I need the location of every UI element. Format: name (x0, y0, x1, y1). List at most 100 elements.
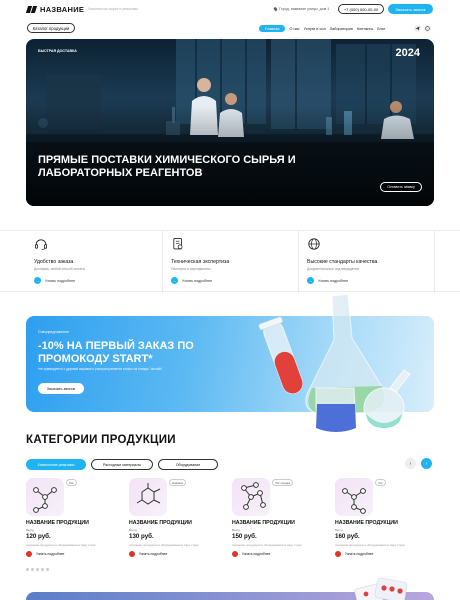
pager-dot[interactable] (31, 568, 34, 571)
product-image (26, 478, 64, 516)
certificate-icon (173, 237, 183, 250)
carousel-prev-button[interactable]: ‹ (405, 458, 416, 469)
product-image (335, 478, 373, 516)
product-image (232, 478, 270, 516)
product-card[interactable]: Хит НАЗВАНИЕ ПРОДУКЦИИ Вес/д 120 руб. оп… (26, 478, 118, 568)
product-description: описание продукции и оборудования в пару… (129, 543, 199, 547)
product-description: описание продукции и оборудования в пару… (232, 543, 302, 547)
product-more-link[interactable]: Узнать подробнее (26, 551, 64, 557)
nav-item-home[interactable]: Главная (259, 25, 286, 32)
red-dot-icon (335, 551, 341, 557)
logo-icon (27, 6, 36, 13)
red-dot-icon (26, 551, 32, 557)
product-price: 130 руб. (129, 533, 154, 540)
feature-more-label: Узнать подробнее (182, 278, 213, 283)
feature-title: Высокие стандарты качества (307, 259, 378, 265)
hero-tag: БЫСТРАЯ ДОСТАВКА (38, 49, 77, 53)
product-more-label: Узнать подробнее (139, 552, 168, 556)
promo-call-button[interactable]: Заказать звонок (38, 383, 84, 394)
feature-subtitle: Паспорта и сертификаты (171, 267, 211, 271)
feature-subtitle: Доставка, любой способ оплаты (34, 267, 86, 271)
molecule-icon (241, 482, 266, 510)
nav-item-blog[interactable]: Блог (377, 27, 385, 31)
product-description: описание продукции и оборудования в пару… (335, 543, 405, 547)
hero-year: 2024 (395, 47, 420, 59)
feature-title: Техническая экспертиза (171, 259, 230, 265)
hero-overlay (26, 39, 434, 206)
pager-dot[interactable] (41, 568, 44, 571)
feature-quality: Высокие стандарты качества Документальны… (298, 231, 434, 293)
molecule-icon (33, 487, 57, 513)
logo[interactable]: НАЗВАНИЕ (27, 5, 84, 14)
product-weight: Вес/д (26, 528, 34, 532)
telegram-icon[interactable] (414, 25, 421, 32)
site-header: НАЗВАНИЕ Химическое сырьё и реактивы Гор… (0, 0, 460, 40)
tagline: Химическое сырьё и реактивы (88, 7, 138, 11)
tab-equipment[interactable]: Оборудование (158, 459, 218, 470)
product-price: 120 руб. (26, 533, 51, 540)
product-card[interactable]: Хит НАЗВАНИЕ ПРОДУКЦИИ Вес/д 160 руб. оп… (335, 478, 427, 568)
whatsapp-icon[interactable] (424, 25, 431, 32)
feature-expertise: Техническая экспертиза Паспорта и сертиф… (162, 231, 294, 293)
hero-request-button[interactable]: Оставить заявку (380, 182, 422, 192)
product-more-label: Узнать подробнее (36, 552, 65, 556)
product-description: описание продукции и оборудования в пару… (26, 543, 96, 547)
feature-more-link[interactable]: → Узнать подробнее (171, 277, 212, 284)
red-dot-icon (232, 551, 238, 557)
address: Город, название улицы, дом 1 (273, 6, 330, 12)
main-nav: Главная О нас Услуги и сол Лаборатория К… (259, 25, 385, 32)
flasks-illustration (258, 293, 411, 433)
product-card[interactable]: Хит продаж НАЗВАНИЕ ПРОДУКЦИИ Вес/д 150 … (232, 478, 324, 568)
hero-banner: БЫСТРАЯ ДОСТАВКА 2024 Прямые поставки хи… (26, 39, 434, 206)
product-weight: Вес/д (335, 528, 343, 532)
nav-item-lab[interactable]: Лаборатория (330, 27, 353, 31)
tab-consumables[interactable]: Расходные материалы (91, 459, 153, 470)
product-more-link[interactable]: Узнать подробнее (335, 551, 373, 557)
product-badge: Новинка (169, 479, 187, 486)
red-dot-icon (129, 551, 135, 557)
feature-subtitle: Документальные подтверждения (307, 267, 360, 271)
globe-icon (308, 238, 320, 250)
product-more-label: Узнать подробнее (242, 552, 271, 556)
product-weight: Вес/д (129, 528, 137, 532)
feature-more-label: Узнать подробнее (45, 278, 76, 283)
catalog-button[interactable]: Каталог продукции (27, 23, 75, 33)
product-more-link[interactable]: Узнать подробнее (129, 551, 167, 557)
carousel-next-button[interactable]: › (421, 458, 432, 469)
promo-description: *не суммируется с другими акциями и расп… (38, 367, 163, 371)
hero-title: Прямые поставки химического сырья и лабо… (38, 154, 296, 179)
call-request-button[interactable]: Заказать звонок (388, 4, 433, 14)
headset-icon (34, 239, 48, 250)
product-name: НАЗВАНИЕ ПРОДУКЦИИ (335, 520, 398, 526)
molecule-icon (136, 483, 161, 505)
address-text: Город, название улицы, дом 1 (279, 7, 330, 11)
feature-more-link[interactable]: → Узнать подробнее (307, 277, 348, 284)
nav-item-about[interactable]: О нас (289, 27, 299, 31)
phone-button[interactable]: +7 (000) 000-00-00 (338, 4, 384, 14)
location-pin-icon (273, 6, 278, 12)
nav-item-contacts[interactable]: Контакты (357, 27, 373, 31)
pager-dot[interactable] (26, 568, 29, 571)
product-badge: Хит (375, 479, 386, 486)
category-tabs: Химические реактивы Расходные материалы … (26, 459, 218, 470)
tab-chemicals[interactable]: Химические реактивы (26, 459, 86, 470)
arrow-right-icon: → (34, 277, 41, 284)
feature-more-label: Узнать подробнее (318, 278, 349, 283)
feature-ordering: Удобство заказа Доставка, любой способ о… (26, 231, 158, 293)
product-price: 150 руб. (232, 533, 257, 540)
pager-dot[interactable] (36, 568, 39, 571)
product-badge: Хит (66, 479, 77, 486)
promo-title: -10% на первый заказ по промокоду START* (38, 340, 194, 365)
arrow-right-icon: → (171, 277, 178, 284)
carousel-pager (26, 568, 49, 571)
product-name: НАЗВАНИЕ ПРОДУКЦИИ (26, 520, 89, 526)
product-more-link[interactable]: Узнать подробнее (232, 551, 270, 557)
product-price: 160 руб. (335, 533, 360, 540)
product-name: НАЗВАНИЕ ПРОДУКЦИИ (232, 520, 295, 526)
pager-dot[interactable] (46, 568, 49, 571)
nav-item-services[interactable]: Услуги и сол (304, 27, 326, 31)
product-image (129, 478, 167, 516)
feature-more-link[interactable]: → Узнать подробнее (34, 277, 75, 284)
product-card[interactable]: Новинка НАЗВАНИЕ ПРОДУКЦИИ Вес/д 130 руб… (129, 478, 221, 568)
logo-text: НАЗВАНИЕ (40, 5, 85, 14)
